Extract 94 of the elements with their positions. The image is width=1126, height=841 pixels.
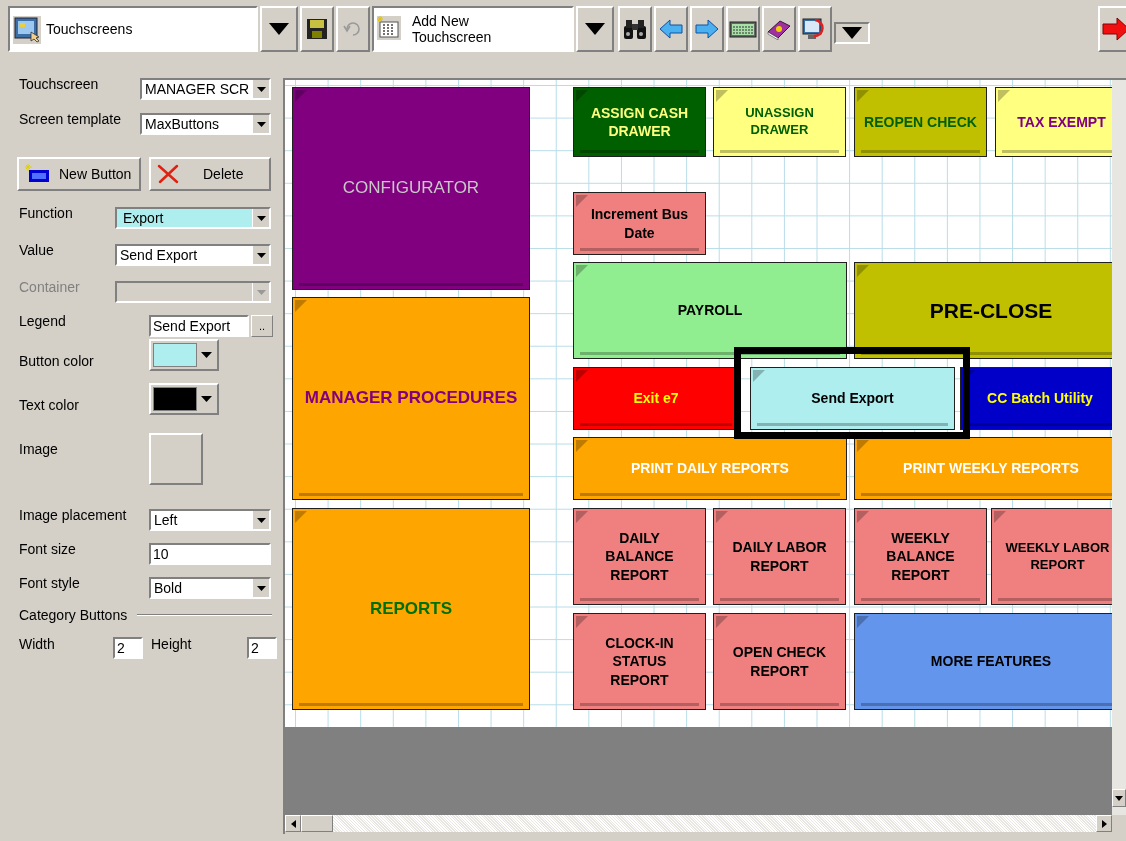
color-picker[interactable] xyxy=(149,383,219,415)
field-label: Font size xyxy=(19,541,76,557)
dropdown-field[interactable]: MaxButtons xyxy=(140,113,271,135)
binoculars-icon xyxy=(622,18,648,40)
field-label: Container xyxy=(19,279,80,295)
dropdown-field[interactable]: Bold xyxy=(149,577,271,599)
touchscreen-button[interactable]: CC Batch Utility xyxy=(960,367,1112,430)
scroll-down-icon[interactable] xyxy=(1115,795,1123,801)
touchscreen-button[interactable]: CLOCK-IN STATUS REPORT xyxy=(573,613,706,710)
keyboard-icon xyxy=(729,19,757,39)
touchscreen-button[interactable]: OPEN CHECK REPORT xyxy=(713,613,846,710)
touchscreen-button[interactable]: PRE-CLOSE xyxy=(854,262,1112,359)
search-button[interactable] xyxy=(618,6,652,52)
dropdown-button[interactable] xyxy=(834,22,870,44)
right-arrow-icon xyxy=(695,19,719,39)
caret-icon xyxy=(256,585,266,591)
field-label: Value xyxy=(19,242,54,258)
help-button[interactable] xyxy=(762,6,796,52)
back-button[interactable] xyxy=(654,6,688,52)
caret-icon xyxy=(842,27,862,39)
left-arrow-icon xyxy=(659,19,683,39)
exit-arrow-icon xyxy=(1102,17,1126,41)
refresh-screen-button[interactable] xyxy=(798,6,832,52)
caret-icon xyxy=(201,352,212,358)
touchscreen-button[interactable]: TAX EXEMPT xyxy=(995,87,1112,157)
grid-add-icon xyxy=(377,16,401,40)
height-field[interactable]: 2 xyxy=(247,637,277,659)
caret-icon xyxy=(256,121,266,127)
dropdown-field[interactable]: Export xyxy=(115,207,271,229)
touchscreen-button[interactable]: Send Export xyxy=(750,367,955,430)
color-picker[interactable] xyxy=(149,339,219,371)
screen-select[interactable]: Touchscreens xyxy=(8,6,258,52)
vertical-scrollbar[interactable] xyxy=(1112,80,1126,815)
caret-icon xyxy=(269,23,289,35)
field-label: Text color xyxy=(19,397,79,413)
add-touchscreen-value: Add New Touchscreen xyxy=(412,13,493,45)
touchscreen-button[interactable]: PAYROLL xyxy=(573,262,847,359)
new-text-icon xyxy=(25,164,51,184)
field-label: Function xyxy=(19,205,73,221)
caret-icon xyxy=(201,396,212,402)
caret-icon xyxy=(256,252,266,258)
touchscreen-button[interactable]: DAILY BALANCE REPORT xyxy=(573,508,706,605)
screen-select-value: Touchscreens xyxy=(46,21,133,37)
undo-button[interactable] xyxy=(336,6,370,52)
field-label: Width xyxy=(19,636,56,652)
undo-icon xyxy=(343,21,363,37)
field-label: Screen template xyxy=(19,111,121,127)
legend-field[interactable]: Send Export xyxy=(149,315,249,337)
touchscreen-button[interactable]: UNASSIGN DRAWER xyxy=(713,87,846,157)
field-label: Legend xyxy=(19,313,66,329)
touchscreen-button[interactable]: DAILY LABOR REPORT xyxy=(713,508,846,605)
new-button[interactable]: New Button xyxy=(17,157,141,191)
exit-button[interactable] xyxy=(1098,6,1126,52)
delete-button[interactable]: Delete xyxy=(149,157,271,191)
scroll-left-icon[interactable] xyxy=(290,819,296,828)
touchscreen-button[interactable]: MORE FEATURES xyxy=(854,613,1112,710)
dropdown-field[interactable]: Left xyxy=(149,509,271,531)
image-button[interactable] xyxy=(149,433,203,485)
field-label: Height xyxy=(151,636,193,652)
touchscreen-button[interactable]: WEEKLY LABOR REPORT xyxy=(991,508,1112,605)
forward-button[interactable] xyxy=(690,6,724,52)
dropdown-field[interactable]: MANAGER SCR xyxy=(140,78,271,100)
horizontal-scrollbar[interactable] xyxy=(285,815,1112,832)
font-size-field[interactable]: 10 xyxy=(149,543,271,565)
browse-button[interactable]: .. xyxy=(251,315,273,337)
group-title: Category Buttons xyxy=(19,607,128,623)
scroll-thumb[interactable] xyxy=(301,815,333,832)
save-button[interactable] xyxy=(300,6,334,52)
touchscreen-button[interactable]: MANAGER PROCEDURES xyxy=(292,297,530,500)
touchscreen-button[interactable]: WEEKLY BALANCE REPORT xyxy=(854,508,987,605)
floppy-icon xyxy=(306,18,328,40)
dropdown-field[interactable]: Send Export xyxy=(115,244,271,266)
caret-icon xyxy=(256,86,266,92)
keyboard-button[interactable] xyxy=(726,6,760,52)
add-touchscreen-select[interactable]: Add New Touchscreen xyxy=(372,6,574,52)
scroll-right-icon[interactable] xyxy=(1101,819,1107,828)
book-icon xyxy=(766,18,792,40)
field-label: Image placement xyxy=(19,507,127,523)
width-field[interactable]: 2 xyxy=(113,637,143,659)
caret-icon xyxy=(256,517,266,523)
delete-x-icon xyxy=(157,164,179,184)
touchscreen-button[interactable]: Increment Bus Date xyxy=(573,192,706,255)
field-label: Button color xyxy=(19,353,94,369)
selection-frame[interactable] xyxy=(734,347,970,439)
touchscreen-button[interactable]: REOPEN CHECK xyxy=(854,87,987,157)
field-label: Touchscreen xyxy=(19,76,99,92)
touchscreen-button[interactable]: ASSIGN CASH DRAWER xyxy=(573,87,706,157)
touchscreen-button[interactable]: CONFIGURATOR xyxy=(292,87,530,290)
field-label: Image xyxy=(19,441,58,457)
field-label: Font style xyxy=(19,575,80,591)
caret-icon xyxy=(256,215,266,221)
touchscreen-icon xyxy=(13,16,41,44)
caret-icon xyxy=(256,289,266,295)
caret-icon xyxy=(585,23,605,35)
